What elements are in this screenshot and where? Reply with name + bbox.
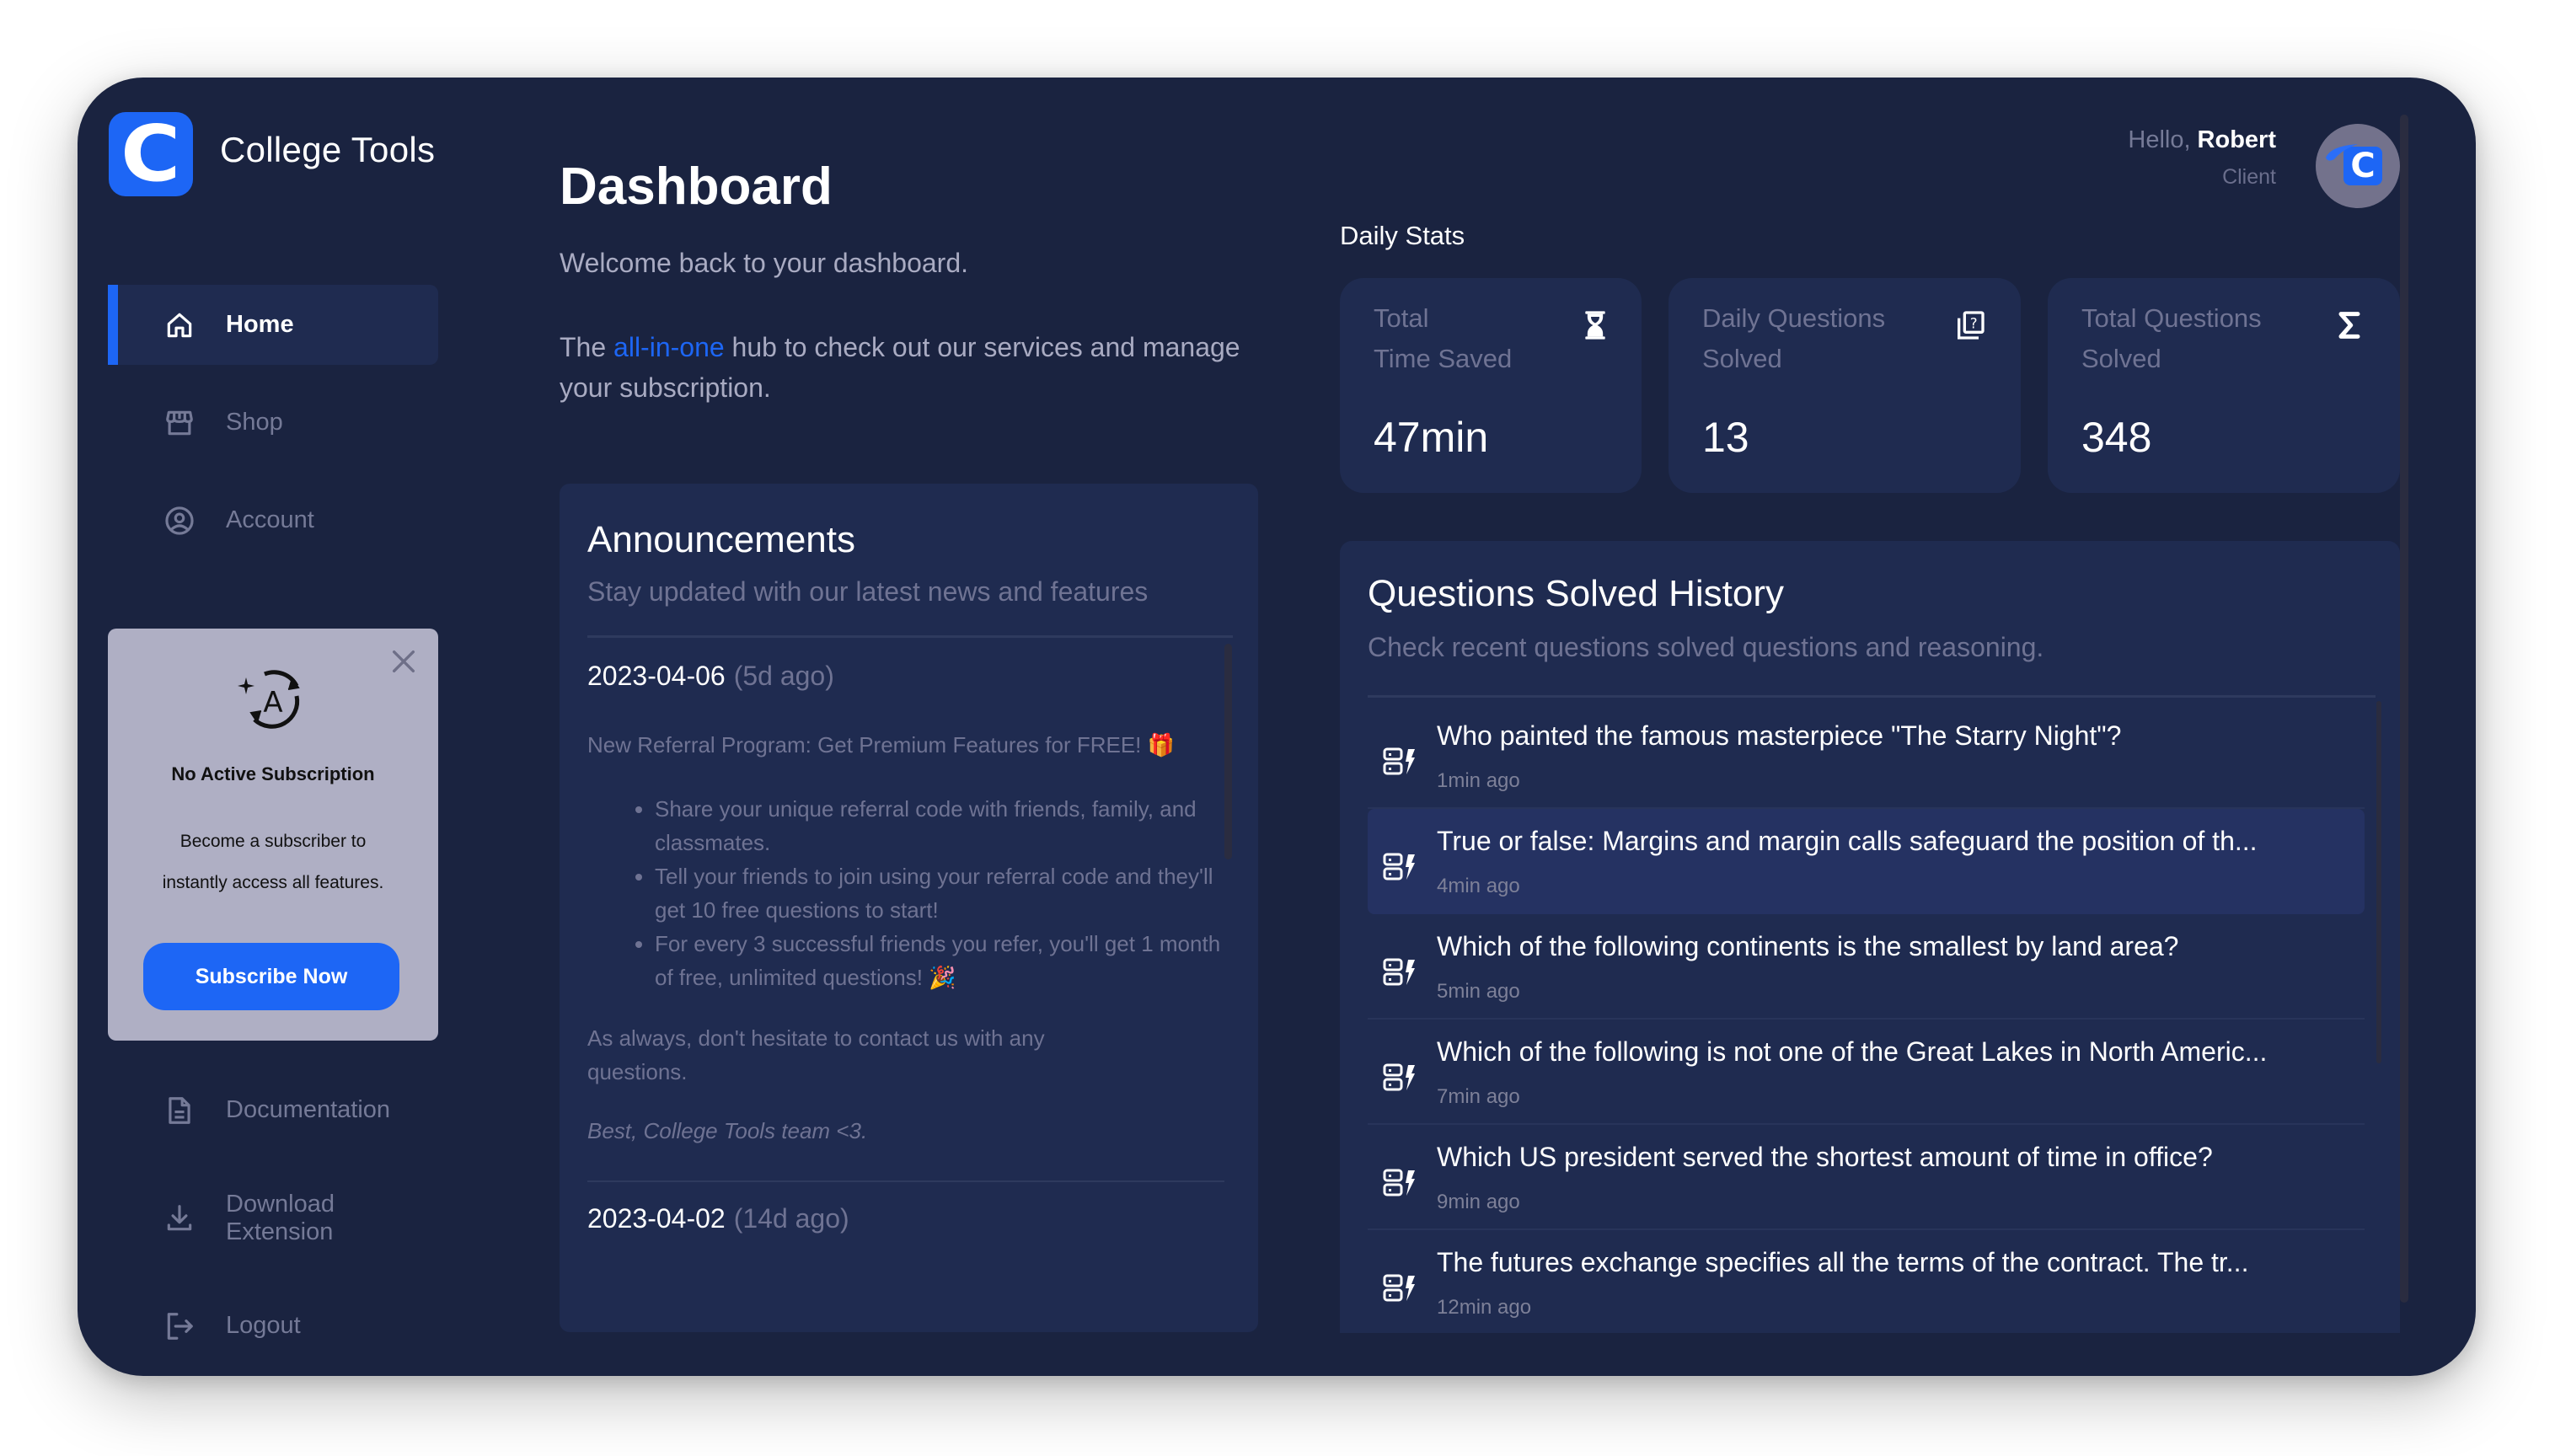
user-circle-icon [163, 505, 196, 537]
tagline: The all-in-one hub to check out our serv… [560, 332, 1240, 403]
sidebar-item-label: Download Extension [226, 1190, 335, 1245]
subscribe-now-button[interactable]: Subscribe Now [143, 943, 399, 1010]
stat-card-total-questions: Total Questions Solved 348 [2048, 278, 2400, 493]
solved-question-icon [1383, 1063, 1417, 1092]
divider [1368, 695, 2376, 698]
document-icon [163, 1095, 196, 1127]
subscription-card: A No Active Subscription Become a subscr… [108, 629, 438, 1041]
history-time-ago: 5min ago [1437, 980, 1520, 1003]
sidebar-item-shop[interactable]: Shop [108, 383, 438, 463]
history-time-ago: 1min ago [1437, 769, 1520, 792]
announcement-bullet: Share your unique referral code with fri… [655, 792, 1228, 859]
history-subtitle: Check recent questions solved questions … [1368, 632, 2044, 662]
hourglass-icon [1578, 308, 1612, 342]
history-title: Questions Solved History [1368, 573, 1784, 614]
daily-stats-label: Daily Stats [1340, 221, 1465, 250]
sidebar-item-documentation[interactable]: Documentation [108, 1070, 438, 1150]
download-icon [163, 1202, 196, 1234]
brand-name: College Tools [220, 130, 436, 169]
history-question: Which US president served the shortest a… [1437, 1142, 2213, 1172]
sigma-icon [2333, 308, 2366, 342]
home-icon [163, 309, 196, 341]
welcome-text: Welcome back to your dashboard. [560, 248, 968, 278]
sidebar-item-account[interactable]: Account [108, 480, 438, 560]
solved-question-icon [1383, 1169, 1417, 1197]
tagline-highlight: all-in-one [613, 332, 725, 362]
stat-card-time-saved: Total Time Saved 47min [1340, 278, 1642, 493]
solved-question-icon [1383, 747, 1417, 776]
history-question: True or false: Margins and margin calls … [1437, 826, 2258, 856]
announcement-bullet: Tell your friends to join using your ref… [655, 859, 1228, 927]
history-question: Which of the following continents is the… [1437, 931, 2179, 961]
announcements-card: Announcements Stay updated with our late… [560, 484, 1258, 1332]
divider [587, 635, 1233, 638]
announcements-title: Announcements [587, 519, 855, 560]
announcement-date: 2023-04-06 (5d ago) [587, 661, 834, 691]
stat-label: Daily Questions Solved [1702, 303, 1886, 373]
svg-text:?: ? [1970, 315, 1978, 331]
history-time-ago: 4min ago [1437, 875, 1520, 897]
svg-text:A: A [263, 686, 282, 720]
sidebar-item-download-extension[interactable]: Download Extension [108, 1178, 438, 1258]
history-item[interactable]: Which US president served the shortest a… [1368, 1125, 2365, 1230]
solved-question-icon [1383, 853, 1417, 881]
history-card: Questions Solved History Check recent qu… [1340, 541, 2400, 1333]
question-stack-icon: ? [1953, 308, 1987, 342]
history-item[interactable]: True or false: Margins and margin calls … [1368, 809, 2365, 914]
sidebar-item-label: Documentation [226, 1096, 391, 1123]
app-logo[interactable]: C [109, 112, 193, 196]
stat-label: Total Time Saved [1374, 303, 1513, 373]
close-icon[interactable] [389, 647, 418, 676]
stat-label: Total Questions Solved [2081, 303, 2262, 373]
announcement-signature: Best, College Tools team <3. [587, 1118, 868, 1143]
avatar[interactable]: C [2316, 124, 2400, 208]
solved-question-icon [1383, 958, 1417, 987]
logo-letter: C [121, 109, 181, 199]
history-time-ago: 12min ago [1437, 1296, 1532, 1319]
greeting: Hello, Robert [2128, 126, 2276, 153]
announcement-ago: (5d ago) [733, 661, 834, 691]
app-window: C College Tools Home Shop Account A No A… [78, 78, 2476, 1376]
stat-value: 47min [1374, 414, 1489, 461]
history-item[interactable]: The futures exchange specifies all the t… [1368, 1230, 2365, 1333]
subscription-renew-icon: A [236, 666, 310, 733]
sidebar-item-label: Logout [226, 1312, 301, 1339]
sidebar-item-label: Account [226, 506, 314, 533]
swoosh-icon [2326, 144, 2358, 161]
page-title: Dashboard [560, 158, 833, 216]
history-question: Who painted the famous masterpiece "The … [1437, 720, 2122, 751]
storefront-icon [163, 407, 196, 439]
sidebar-item-label: Home [226, 311, 294, 338]
subscription-title: No Active Subscription [171, 763, 375, 784]
logout-icon [163, 1310, 196, 1342]
stat-card-daily-questions: Daily Questions Solved ? 13 [1669, 278, 2021, 493]
announcement-bullets: Share your unique referral code with fri… [587, 792, 1228, 994]
announcement-ago: (14d ago) [733, 1203, 849, 1234]
announcement-date: 2023-04-02 (14d ago) [587, 1203, 849, 1234]
announcement-headline: New Referral Program: Get Premium Featur… [587, 732, 1175, 757]
announcement-body: New Referral Program: Get Premium Featur… [587, 728, 1228, 1148]
user-role: Client [2222, 165, 2276, 189]
sidebar-item-home[interactable]: Home [108, 285, 438, 365]
announcement-bullet: For every 3 successful friends you refer… [655, 927, 1228, 994]
user-name: Robert [2197, 126, 2276, 153]
solved-question-icon [1383, 1274, 1417, 1303]
stat-value: 348 [2081, 414, 2152, 461]
announcements-subtitle: Stay updated with our latest news and fe… [587, 576, 1149, 607]
sidebar-item-label: Shop [226, 409, 283, 436]
history-item[interactable]: Who painted the famous masterpiece "The … [1368, 704, 2365, 809]
history-item[interactable]: Which of the following is not one of the… [1368, 1020, 2365, 1125]
announcement-closing: As always, don't hesitate to contact us … [587, 1025, 1045, 1084]
stat-value: 13 [1702, 414, 1749, 461]
history-time-ago: 9min ago [1437, 1191, 1520, 1213]
history-question: Which of the following is not one of the… [1437, 1036, 2268, 1067]
history-item[interactable]: Which of the following continents is the… [1368, 914, 2365, 1020]
history-time-ago: 7min ago [1437, 1085, 1520, 1108]
page-scrollbar[interactable] [2400, 115, 2408, 1303]
history-question: The futures exchange specifies all the t… [1437, 1247, 2249, 1277]
sidebar-item-logout[interactable]: Logout [108, 1286, 438, 1366]
subscription-description: Become a subscriber to instantly access … [162, 832, 384, 892]
divider [587, 1180, 1224, 1182]
history-scrollbar[interactable] [2376, 701, 2381, 1063]
